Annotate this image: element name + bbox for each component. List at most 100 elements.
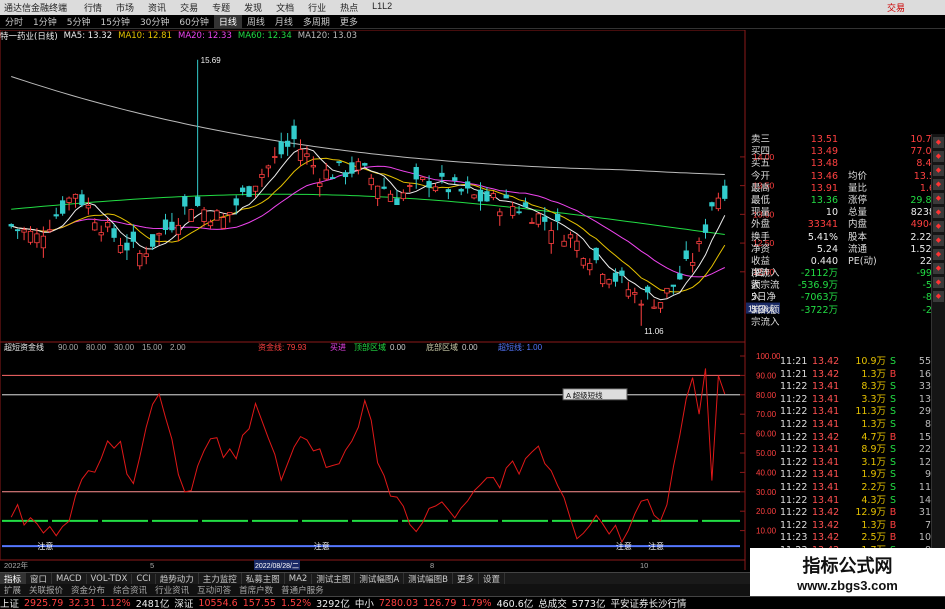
candle[interactable] bbox=[702, 224, 709, 233]
candle[interactable] bbox=[329, 177, 336, 179]
indicator-tab[interactable]: 主力监控 bbox=[199, 573, 242, 584]
candle[interactable] bbox=[143, 253, 149, 257]
period-tab[interactable]: 多周期 bbox=[298, 15, 335, 28]
tick-row[interactable]: 11:22 13.41 4.3万 S 14 bbox=[780, 495, 945, 508]
candle[interactable] bbox=[567, 234, 574, 239]
candle[interactable] bbox=[632, 292, 638, 295]
indicator-tab[interactable]: CCI bbox=[132, 573, 156, 584]
candle[interactable] bbox=[368, 177, 374, 186]
candle[interactable] bbox=[471, 194, 477, 199]
candle[interactable] bbox=[612, 272, 619, 282]
candle[interactable] bbox=[246, 186, 252, 197]
candle[interactable] bbox=[509, 206, 516, 216]
candle[interactable] bbox=[336, 161, 342, 164]
candle[interactable] bbox=[207, 221, 214, 227]
period-tab[interactable]: 60分钟 bbox=[174, 15, 213, 28]
candle[interactable] bbox=[722, 185, 728, 199]
period-tab[interactable]: 1分钟 bbox=[28, 15, 62, 28]
candle[interactable] bbox=[104, 222, 111, 228]
indicator-tab[interactable]: MA2 bbox=[285, 573, 313, 584]
info-tab[interactable]: 互动问答 bbox=[193, 584, 235, 596]
candle[interactable] bbox=[709, 202, 715, 207]
side-icon[interactable]: ◆ bbox=[933, 249, 944, 260]
candle[interactable] bbox=[124, 242, 130, 251]
candle[interactable] bbox=[580, 258, 587, 266]
candle[interactable] bbox=[79, 194, 85, 206]
tick-row[interactable]: 11:21 13.42 10.9万 S 55 bbox=[780, 356, 945, 369]
tick-row[interactable]: 11:22 13.41 8.9万 S 22 bbox=[780, 444, 945, 457]
menu-item[interactable]: 文档 bbox=[269, 1, 301, 14]
candle[interactable] bbox=[535, 213, 542, 225]
candle[interactable] bbox=[265, 165, 272, 169]
candle[interactable] bbox=[458, 188, 464, 192]
candle[interactable] bbox=[252, 185, 259, 192]
period-tab[interactable]: 分时 bbox=[0, 15, 28, 28]
candle[interactable] bbox=[574, 240, 580, 251]
tick-row[interactable]: 11:22 13.42 1.3万 B 7 bbox=[780, 520, 945, 533]
indicator-tab[interactable]: 指标 bbox=[0, 573, 27, 584]
tick-list[interactable]: 11:21 13.42 10.9万 S 55 11:21 13.42 1.3万 B 16 11:22… bbox=[780, 356, 945, 570]
candle[interactable] bbox=[554, 213, 561, 222]
candle[interactable] bbox=[14, 229, 21, 232]
menu-item[interactable]: 热点 bbox=[333, 1, 365, 14]
candle[interactable] bbox=[8, 224, 14, 227]
candle[interactable] bbox=[432, 186, 439, 192]
candle[interactable] bbox=[407, 185, 413, 187]
indicator-tab[interactable]: 测试幅图A bbox=[355, 573, 405, 584]
candle[interactable] bbox=[599, 274, 606, 285]
info-tab[interactable]: 首席户数 bbox=[235, 584, 277, 596]
candle[interactable] bbox=[304, 153, 310, 158]
candle[interactable] bbox=[696, 241, 702, 245]
tick-row[interactable]: 11:22 13.41 8.3万 S 33 bbox=[780, 381, 945, 394]
candle[interactable] bbox=[529, 222, 535, 224]
candle[interactable] bbox=[342, 172, 349, 178]
candle[interactable] bbox=[278, 141, 284, 155]
candle[interactable] bbox=[464, 181, 471, 189]
candle[interactable] bbox=[156, 233, 162, 236]
candle[interactable] bbox=[40, 235, 47, 249]
candle[interactable] bbox=[220, 217, 227, 229]
candle[interactable] bbox=[664, 287, 670, 294]
info-tab[interactable]: 扩展 bbox=[0, 584, 25, 596]
tick-row[interactable]: 11:22 13.41 1.3万 S 8 bbox=[780, 419, 945, 432]
candle[interactable] bbox=[34, 233, 40, 244]
candle[interactable] bbox=[117, 245, 124, 253]
candle[interactable] bbox=[233, 198, 239, 206]
side-icon[interactable]: ◆ bbox=[933, 221, 944, 232]
candle[interactable] bbox=[310, 165, 317, 168]
candle[interactable] bbox=[651, 306, 657, 309]
side-icon[interactable]: ◆ bbox=[933, 179, 944, 190]
candle[interactable] bbox=[214, 210, 220, 221]
side-icon[interactable]: ◆ bbox=[933, 193, 944, 204]
candle[interactable] bbox=[47, 229, 53, 232]
candle[interactable] bbox=[66, 197, 72, 203]
info-tab[interactable]: 行业资讯 bbox=[151, 584, 193, 596]
side-icon[interactable]: ◆ bbox=[933, 151, 944, 162]
info-tab[interactable]: 关联报价 bbox=[25, 584, 67, 596]
info-tab[interactable]: 普通户服务 bbox=[277, 584, 328, 596]
candle[interactable] bbox=[53, 214, 59, 217]
menu-item[interactable]: 市场 bbox=[109, 1, 141, 14]
menu-item[interactable]: L1L2 bbox=[365, 1, 399, 14]
tick-row[interactable]: 11:22 13.42 4.7万 B 15 bbox=[780, 432, 945, 445]
period-tab[interactable]: 15分钟 bbox=[95, 15, 134, 28]
indicator-tab[interactable]: 私募主图 bbox=[242, 573, 285, 584]
candle[interactable] bbox=[239, 187, 246, 193]
info-tab[interactable]: 资金分布 bbox=[67, 584, 109, 596]
menu-item[interactable]: 发现 bbox=[237, 1, 269, 14]
candle[interactable] bbox=[349, 162, 355, 174]
candle[interactable] bbox=[522, 202, 529, 208]
candle[interactable] bbox=[619, 270, 625, 276]
candle[interactable] bbox=[497, 211, 503, 217]
candle[interactable] bbox=[439, 172, 445, 177]
candle[interactable] bbox=[689, 261, 696, 266]
candle[interactable] bbox=[259, 173, 265, 178]
candle[interactable] bbox=[490, 193, 497, 199]
side-icon[interactable]: ◆ bbox=[933, 263, 944, 274]
candle[interactable] bbox=[484, 191, 490, 202]
candle[interactable] bbox=[137, 253, 143, 267]
candle[interactable] bbox=[201, 209, 207, 222]
indicator-tab[interactable]: 更多 bbox=[453, 573, 480, 584]
period-tab[interactable]: 日线 bbox=[213, 15, 242, 28]
menu-item[interactable]: 交易 bbox=[173, 1, 205, 14]
